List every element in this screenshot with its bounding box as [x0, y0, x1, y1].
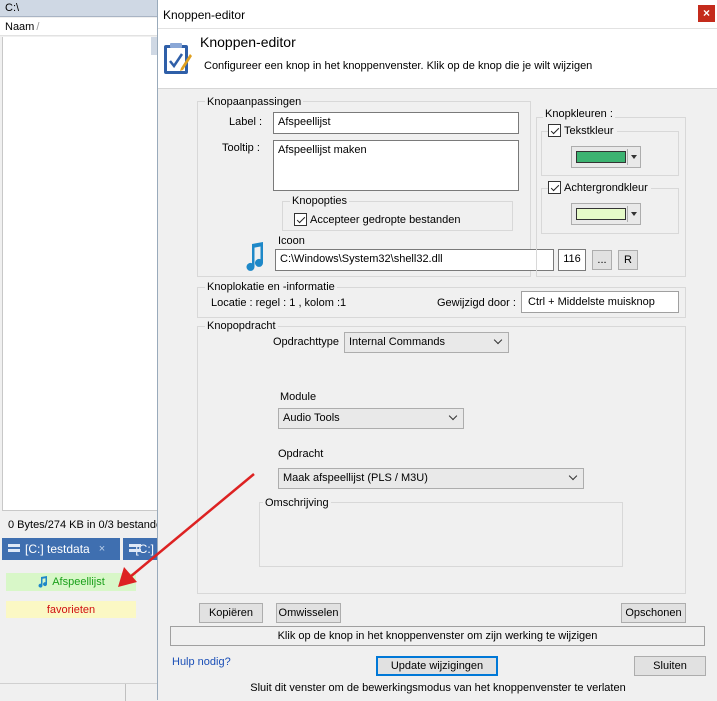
button-editor-dialog: Knoppen-editor × Knoppen-editor Configur… — [157, 0, 717, 700]
clear-button[interactable]: Opschonen — [621, 603, 686, 623]
update-changes-button[interactable]: Update wijzigingen — [376, 656, 498, 676]
help-link[interactable]: Hulp nodig? — [172, 656, 231, 668]
header-subtitle: Configureer een knop in het knoppenvenst… — [204, 60, 593, 72]
file-list[interactable] — [2, 37, 158, 511]
path-bar[interactable]: C:\ — [0, 0, 160, 17]
module-select[interactable]: Audio Tools — [278, 408, 464, 429]
modified-by-value: Ctrl + Middelste muisknop — [521, 291, 679, 313]
background-color-label: Achtergrondkleur — [564, 181, 648, 194]
close-window-button[interactable]: × — [698, 5, 715, 22]
command-type-value: Internal Commands — [349, 336, 445, 348]
location-text: Locatie : regel : 1 , kolom :1 — [211, 297, 347, 309]
file-manager-pane: C:\ Naam/ 0 Bytes/274 KB in 0/3 bestande… — [0, 0, 160, 701]
accept-dropped-files-label: Accepteer gedropte bestanden — [310, 213, 461, 226]
copy-button[interactable]: Kopiëren — [199, 603, 263, 623]
swap-button[interactable]: Omwisselen — [276, 603, 341, 623]
chevron-down-icon — [448, 411, 458, 421]
column-name-label: Naam — [5, 21, 35, 33]
chevron-down-icon — [627, 149, 639, 165]
playlist-button-label: Afspeellijst — [52, 576, 105, 588]
module-label: Module — [280, 391, 317, 403]
command-type-select[interactable]: Internal Commands — [344, 332, 509, 353]
icon-path-input[interactable]: C:\Windows\System32\shell32.dll — [275, 249, 554, 271]
tooltip-input[interactable]: Afspeellijst maken — [273, 140, 519, 191]
tab-testdata[interactable]: [C:] testdata × — [2, 538, 120, 560]
folder-tabs: [C:] testdata × [C:] — [0, 538, 160, 562]
checkbox-checked-icon — [294, 213, 307, 226]
icon-caption: Icoon — [278, 235, 305, 247]
tab-second[interactable]: [C:] — [123, 538, 160, 560]
tab-list-icon — [129, 544, 145, 554]
tab-close-icon[interactable]: × — [99, 543, 105, 555]
dialog-header: Knoppen-editor Configureer een knop in h… — [158, 29, 717, 89]
checkbox-checked-icon — [548, 124, 561, 137]
button-command-legend: Knopopdracht — [205, 320, 278, 332]
button-colors-legend: Knopkleuren : — [543, 108, 615, 120]
favorites-button-label: favorieten — [46, 603, 96, 616]
sort-indicator-icon: / — [36, 21, 40, 33]
window-title: Knoppen-editor — [163, 8, 246, 22]
label-caption: Label : — [229, 116, 263, 128]
chevron-down-icon — [627, 206, 639, 222]
bottom-status-strip — [0, 683, 160, 701]
text-color-checkbox[interactable]: Tekstkleur — [548, 124, 617, 137]
music-note-icon — [246, 242, 263, 271]
command-select[interactable]: Maak afspeellijst (PLS / M3U) — [278, 468, 584, 489]
command-value: Maak afspeellijst (PLS / M3U) — [283, 472, 428, 484]
description-legend: Omschrijving — [263, 497, 331, 509]
module-value: Audio Tools — [283, 412, 340, 424]
close-button[interactable]: Sluiten — [634, 656, 706, 676]
text-color-picker[interactable] — [571, 146, 641, 168]
background-color-picker[interactable] — [571, 203, 641, 225]
command-label: Opdracht — [278, 448, 324, 460]
music-note-icon — [38, 576, 48, 588]
button-adjustments-legend: Knopaanpassingen — [205, 96, 304, 108]
header-title: Knoppen-editor — [200, 34, 296, 50]
tab-list-icon — [8, 544, 20, 554]
playlist-toolbar-button[interactable]: Afspeellijst — [6, 573, 136, 591]
accept-dropped-files-checkbox[interactable]: Accepteer gedropte bestanden — [294, 213, 460, 226]
column-header-name[interactable]: Naam / — [0, 18, 160, 36]
tooltip-caption: Tooltip : — [222, 142, 260, 154]
button-options-legend: Knopopties — [290, 195, 350, 207]
command-type-label: Opdrachttype — [273, 336, 340, 348]
editor-icon — [164, 43, 192, 74]
location-info-legend: Knoplokatie en -informatie — [205, 281, 337, 293]
info-bar: Klik op de knop in het knoppenvenster om… — [170, 626, 705, 646]
tab-label: [C:] testdata — [25, 542, 90, 556]
chevron-down-icon — [493, 335, 503, 345]
description-group — [259, 502, 623, 567]
label-input[interactable]: Afspeellijst — [273, 112, 519, 134]
title-bar[interactable]: Knoppen-editor × — [158, 0, 717, 29]
text-color-label: Tekstkleur — [564, 124, 614, 137]
chevron-down-icon — [568, 471, 578, 481]
background-color-swatch — [576, 208, 626, 220]
checkbox-checked-icon — [548, 181, 561, 194]
status-bar-text: 0 Bytes/274 KB in 0/3 bestanden — [8, 519, 160, 531]
background-color-checkbox[interactable]: Achtergrondkleur — [548, 181, 651, 194]
favorites-toolbar-button[interactable]: favorieten — [6, 601, 136, 618]
text-color-swatch — [576, 151, 626, 163]
status-divider — [125, 684, 126, 701]
modified-by-label: Gewijzigd door : — [437, 297, 516, 309]
footer-hint: Sluit dit venster om de bewerkingsmodus … — [250, 682, 626, 694]
